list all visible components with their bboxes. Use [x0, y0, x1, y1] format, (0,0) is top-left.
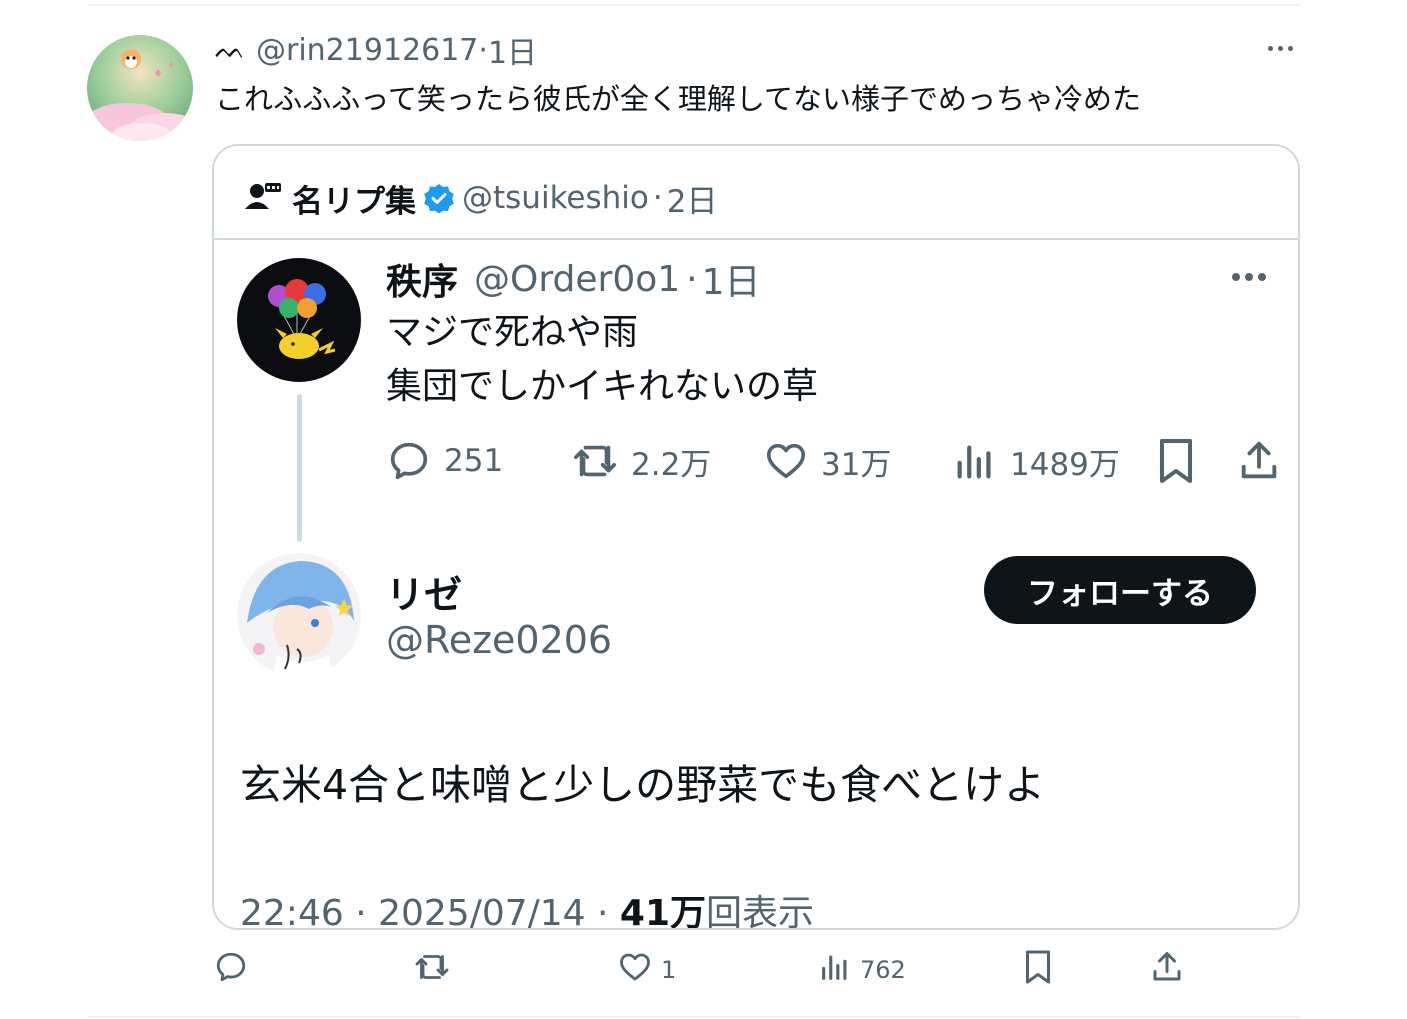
timestamp[interactable]: 1日 [488, 28, 537, 72]
views-count-bold: 41万 [619, 893, 707, 930]
original-post-header: 秩序 @Order0o1 · 1日 [386, 254, 761, 304]
reply-text: 玄米4合と味噌と少しの野菜でも食べとけよ [240, 761, 1046, 809]
views-chart-icon [952, 438, 998, 484]
share-icon [1149, 949, 1185, 991]
share-button[interactable] [1149, 948, 1185, 992]
more-options-icon[interactable] [1232, 273, 1266, 281]
reply-meta: 22:46 · 2025/07/14 · 41万回表示 [240, 884, 815, 930]
original-post-actions: 251 2.2万 31万 1489万 [386, 436, 1277, 486]
retweet-icon [571, 438, 619, 484]
bookmark-icon [1156, 437, 1196, 485]
heart-icon [617, 949, 653, 991]
original-post-text: マジで死ねや雨 集団でしかイキれないの草 [386, 306, 818, 414]
reply-timestamp[interactable]: 22:46 · 2025/07/14 · [240, 893, 620, 928]
original-display-name[interactable]: 秩序 [386, 253, 458, 305]
outer-tweet-header: ᨓ @rin21912617 · 1日 [215, 28, 537, 72]
retweet-count: 2.2万 [631, 446, 712, 483]
views-count: 1489万 [1010, 446, 1120, 483]
dot-separator: · [652, 180, 663, 216]
reply-button[interactable]: 251 [386, 436, 503, 486]
share-icon [1236, 438, 1282, 484]
quote-divider [214, 238, 1298, 240]
outer-tweet-actions: 1 762 [213, 948, 1213, 992]
retweet-icon [413, 949, 451, 991]
quote-header: 名リプ集 @tsuikeshio · 2日 [244, 176, 717, 220]
quoted-tweet-card[interactable]: 名リプ集 @tsuikeshio · 2日 秩序 @Order0o1 · 1日 … [212, 144, 1300, 930]
bookmark-button[interactable] [1156, 436, 1196, 486]
avatar-order[interactable] [237, 258, 361, 382]
tweet-text: これふふふって笑ったら彼氏が全く理解してない様子でめっちゃ冷めた [215, 82, 1141, 116]
retweet-button[interactable]: 2.2万 [571, 436, 711, 486]
avatar-rin[interactable] [87, 35, 193, 141]
reply-icon [213, 949, 249, 991]
reply-handle[interactable]: @Reze0206 [386, 618, 612, 662]
quote-timestamp[interactable]: 2日 [667, 176, 718, 221]
thread-connector [297, 394, 302, 542]
retweet-button[interactable] [413, 948, 459, 992]
like-count: 31万 [821, 446, 892, 483]
bottom-divider [87, 1016, 1300, 1018]
handle[interactable]: @rin21912617 [256, 33, 478, 68]
more-options-icon[interactable] [1268, 46, 1293, 51]
bookmark-icon [1023, 949, 1053, 991]
original-handle[interactable]: @Order0o1 [474, 259, 680, 300]
avatar-reze[interactable] [237, 553, 361, 677]
verified-badge-icon [424, 183, 454, 213]
dot-separator: · [478, 32, 488, 68]
post-line: 集団でしかイキれないの草 [386, 366, 819, 407]
views-button[interactable]: 1489万 [952, 436, 1120, 486]
reply-display-name[interactable]: リゼ [386, 564, 462, 619]
like-count: 1 [661, 956, 677, 984]
reply-button[interactable] [213, 948, 257, 992]
top-divider [87, 4, 1300, 6]
reply-count: 251 [444, 443, 504, 479]
post-line: マジで死ねや雨 [386, 312, 639, 353]
dot-separator: · [686, 258, 698, 300]
quote-account-name[interactable]: 名リプ集 [292, 176, 416, 221]
heart-icon [763, 438, 809, 484]
bookmark-button[interactable] [1023, 948, 1053, 992]
quote-handle[interactable]: @tsuikeshio [462, 180, 649, 216]
views-count: 762 [860, 956, 906, 984]
like-button[interactable]: 31万 [763, 436, 891, 486]
views-chart-icon [818, 949, 852, 991]
original-timestamp[interactable]: 1日 [702, 253, 761, 305]
reply-icon [386, 438, 432, 484]
like-button[interactable]: 1 [617, 948, 676, 992]
share-button[interactable] [1236, 436, 1282, 486]
quote-account-avatar-icon [244, 177, 282, 219]
display-name[interactable]: ᨓ [215, 35, 246, 66]
views-suffix: 回表示 [706, 893, 815, 930]
views-button[interactable]: 762 [818, 948, 906, 992]
follow-button[interactable]: フォローする [984, 556, 1256, 624]
